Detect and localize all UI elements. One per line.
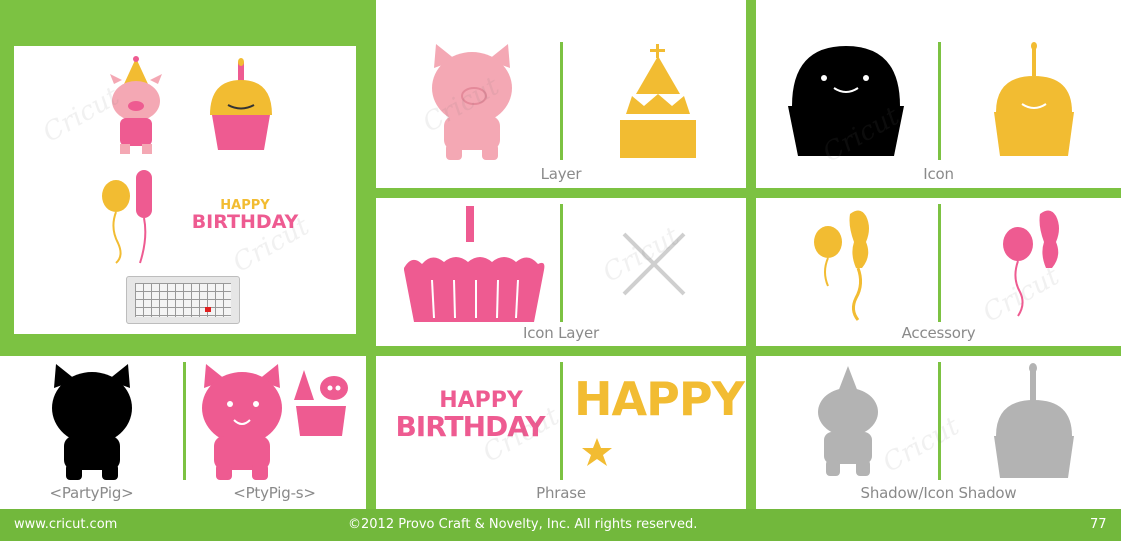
copyright-text: ©2012 Provo Craft & Novelty, Inc. All ri… (348, 517, 698, 532)
happy-birthday-art: HAPPY BIRTHDAY (190, 198, 300, 232)
partypig-label: <PartyPig> (49, 484, 134, 502)
icon-panel: Icon (756, 0, 1121, 188)
website-link[interactable]: www.cricut.com (14, 517, 117, 532)
page-footer: www.cricut.com ©2012 Provo Craft & Novel… (0, 509, 1121, 541)
ptypig-s-pink-shapes (202, 364, 348, 480)
happy-phrase-yellow: HAPPY (574, 372, 745, 426)
phrase-panel: HAPPY BIRTHDAY HAPPY Phrase (376, 356, 746, 509)
phrase-pink-birthday: BIRTHDAY (395, 410, 545, 443)
icon-layer-panel: Icon Layer (376, 198, 746, 346)
cupcake-shadow-shape (994, 363, 1074, 478)
party-pig-panel: <PartyPig> <PtyPig-s> (0, 356, 366, 509)
happy-birthday-art-bottom: BIRTHDAY (191, 211, 299, 233)
phrase-label: Phrase (536, 484, 586, 502)
cupcake-illustration (210, 58, 272, 150)
empty-placeholder-x-icon (622, 232, 686, 296)
pig-shadow-shape (818, 366, 878, 476)
icon-label: Icon (923, 165, 954, 183)
star-shape (582, 438, 612, 466)
balloons-accessory-pink (1003, 210, 1059, 317)
balloons-illustration (102, 170, 152, 264)
cartridge-keypad-overlay (126, 276, 240, 324)
layer-label: Layer (540, 165, 582, 183)
icon-layer-label: Icon Layer (523, 324, 599, 342)
layer-panel: Layer (376, 0, 746, 188)
overview-panel: HAPPY BIRTHDAY (14, 46, 356, 334)
accessory-label: Accessory (901, 324, 976, 342)
cupcake-icon-shape-black (788, 46, 904, 156)
happy-birthday-phrase-pink: HAPPY BIRTHDAY (386, 388, 554, 441)
partypig-black-shape (52, 364, 132, 480)
page-number: 77 (1090, 517, 1107, 532)
ptypig-s-label: <PtyPig-s> (233, 484, 316, 502)
accessory-panel: Accessory (756, 198, 1121, 346)
cupcake-base-shape (404, 206, 545, 322)
pig-layer-shape (432, 44, 512, 160)
cupcake-icon-shape-yellow (994, 42, 1074, 156)
party-pig-illustration (110, 56, 162, 154)
shadow-label: Shadow/Icon Shadow (860, 484, 1017, 502)
balloons-accessory-yellow (814, 210, 869, 321)
shadow-panel: Shadow/Icon Shadow (756, 356, 1121, 509)
hat-layer-shape (620, 44, 696, 158)
